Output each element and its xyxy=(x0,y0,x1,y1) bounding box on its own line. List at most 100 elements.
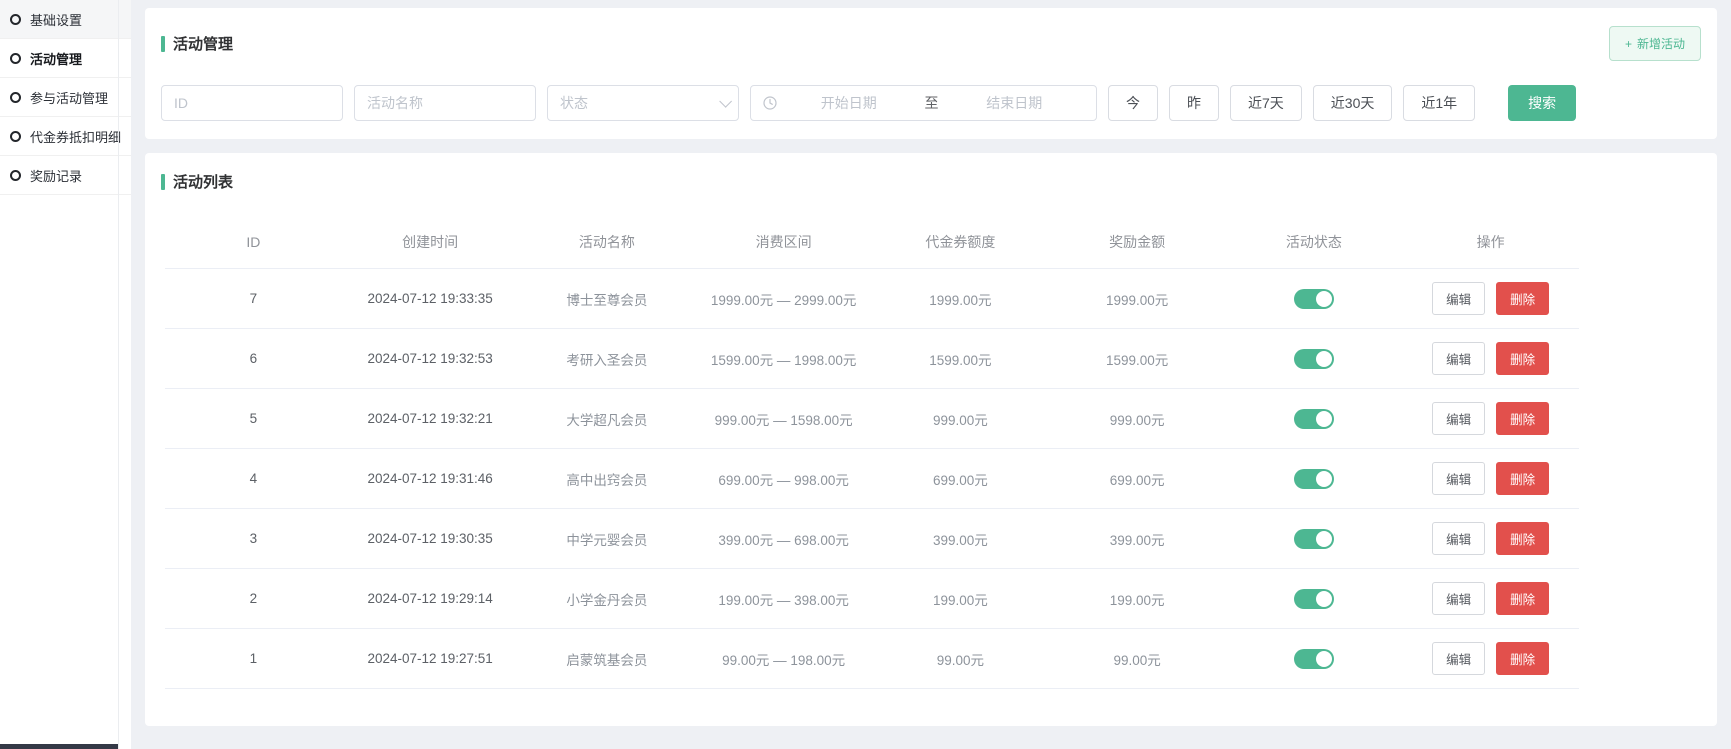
bottom-edge-bar xyxy=(0,744,119,749)
table-row: 5 2024-07-12 19:32:21 大学超凡会员 999.00元 — 1… xyxy=(165,389,1579,449)
table-row: 7 2024-07-12 19:33:35 博士至尊会员 1999.00元 — … xyxy=(165,269,1579,329)
delete-button[interactable]: 删除 xyxy=(1496,342,1549,375)
sidebar-item-label: 活动管理 xyxy=(30,49,82,68)
cell-reward-amount: 1599.00元 xyxy=(1049,329,1226,389)
delete-button[interactable]: 删除 xyxy=(1496,582,1549,615)
cell-activity-name: 考研入圣会员 xyxy=(519,329,696,389)
cell-activity-name: 大学超凡会员 xyxy=(519,389,696,449)
edit-button[interactable]: 编辑 xyxy=(1432,402,1485,435)
start-date-placeholder: 开始日期 xyxy=(779,93,919,113)
main-content: 活动管理 + 新增活动 状态 开始日期 xyxy=(131,0,1731,749)
cell-voucher-amount: 1599.00元 xyxy=(872,329,1049,389)
cell-id: 2 xyxy=(165,569,342,629)
status-toggle[interactable] xyxy=(1294,289,1334,309)
table-column-header: 代金券额度 xyxy=(872,218,1049,269)
table-column-header: 创建时间 xyxy=(342,218,519,269)
delete-button[interactable]: 删除 xyxy=(1496,462,1549,495)
cell-activity-name: 博士至尊会员 xyxy=(519,269,696,329)
cell-operations: 编辑 删除 xyxy=(1402,449,1579,509)
edit-button[interactable]: 编辑 xyxy=(1432,342,1485,375)
edit-button[interactable]: 编辑 xyxy=(1432,582,1485,615)
section-title-activity-management: 活动管理 xyxy=(161,33,233,54)
section-title-activity-list: 活动列表 xyxy=(161,171,1701,192)
cell-created-time: 2024-07-12 19:31:46 xyxy=(342,449,519,509)
table-column-header: ID xyxy=(165,218,342,269)
cell-created-time: 2024-07-12 19:27:51 xyxy=(342,629,519,689)
cell-activity-name: 高中出窍会员 xyxy=(519,449,696,509)
status-toggle[interactable] xyxy=(1294,529,1334,549)
chevron-down-icon xyxy=(719,95,732,108)
cell-status xyxy=(1226,269,1403,329)
delete-button[interactable]: 删除 xyxy=(1496,282,1549,315)
cell-reward-amount: 199.00元 xyxy=(1049,569,1226,629)
status-toggle[interactable] xyxy=(1294,469,1334,489)
cell-consumption-range: 199.00元 — 398.00元 xyxy=(695,569,872,629)
cell-status xyxy=(1226,389,1403,449)
title-accent-bar xyxy=(161,36,165,52)
table-column-header: 活动状态 xyxy=(1226,218,1403,269)
circle-icon xyxy=(10,131,21,142)
cell-status xyxy=(1226,329,1403,389)
delete-button[interactable]: 删除 xyxy=(1496,522,1549,555)
delete-button[interactable]: 删除 xyxy=(1496,642,1549,675)
cell-created-time: 2024-07-12 19:30:35 xyxy=(342,509,519,569)
cell-id: 5 xyxy=(165,389,342,449)
status-toggle[interactable] xyxy=(1294,649,1334,669)
plus-icon: + xyxy=(1625,37,1632,51)
search-button[interactable]: 搜索 xyxy=(1508,85,1576,121)
status-toggle[interactable] xyxy=(1294,589,1334,609)
cell-consumption-range: 999.00元 — 1598.00元 xyxy=(695,389,872,449)
add-activity-label: 新增活动 xyxy=(1637,35,1685,52)
sidebar-item[interactable]: 基础设置 xyxy=(0,0,131,39)
quick-date-button[interactable]: 近30天 xyxy=(1313,85,1393,121)
cell-consumption-range: 399.00元 — 698.00元 xyxy=(695,509,872,569)
quick-date-button[interactable]: 近7天 xyxy=(1230,85,1302,121)
date-range-picker[interactable]: 开始日期 至 结束日期 xyxy=(750,85,1097,121)
toggle-knob xyxy=(1316,471,1332,487)
id-input[interactable] xyxy=(161,85,343,121)
cell-created-time: 2024-07-12 19:29:14 xyxy=(342,569,519,629)
cell-id: 6 xyxy=(165,329,342,389)
add-activity-button[interactable]: + 新增活动 xyxy=(1609,26,1701,61)
cell-activity-name: 中学元婴会员 xyxy=(519,509,696,569)
quick-date-buttons: 今昨近7天近30天近1年 xyxy=(1108,85,1475,121)
circle-icon xyxy=(10,92,21,103)
toggle-knob xyxy=(1316,591,1332,607)
quick-date-button[interactable]: 昨 xyxy=(1169,85,1219,121)
quick-date-button[interactable]: 今 xyxy=(1108,85,1158,121)
cell-voucher-amount: 199.00元 xyxy=(872,569,1049,629)
edit-button[interactable]: 编辑 xyxy=(1432,462,1485,495)
cell-status xyxy=(1226,509,1403,569)
edit-button[interactable]: 编辑 xyxy=(1432,642,1485,675)
sidebar-item[interactable]: 奖励记录 xyxy=(0,156,131,195)
sidebar-item[interactable]: 参与活动管理 xyxy=(0,78,131,117)
cell-created-time: 2024-07-12 19:32:53 xyxy=(342,329,519,389)
cell-status xyxy=(1226,449,1403,509)
cell-consumption-range: 1999.00元 — 2999.00元 xyxy=(695,269,872,329)
delete-button[interactable]: 删除 xyxy=(1496,402,1549,435)
edit-button[interactable]: 编辑 xyxy=(1432,522,1485,555)
quick-date-button[interactable]: 近1年 xyxy=(1403,85,1475,121)
cell-reward-amount: 999.00元 xyxy=(1049,389,1226,449)
title-accent-bar xyxy=(161,174,165,190)
cell-consumption-range: 1599.00元 — 1998.00元 xyxy=(695,329,872,389)
table-row: 2 2024-07-12 19:29:14 小学金丹会员 199.00元 — 3… xyxy=(165,569,1579,629)
activity-table: ID创建时间活动名称消费区间代金券额度奖励金额活动状态操作 7 2024-07-… xyxy=(165,218,1579,689)
sidebar-item-label: 代金券抵扣明细 xyxy=(30,127,121,146)
status-toggle[interactable] xyxy=(1294,409,1334,429)
sidebar-item[interactable]: 代金券抵扣明细 xyxy=(0,117,131,156)
cell-operations: 编辑 删除 xyxy=(1402,629,1579,689)
activity-name-input[interactable] xyxy=(354,85,536,121)
table-header-row: ID创建时间活动名称消费区间代金券额度奖励金额活动状态操作 xyxy=(165,218,1579,269)
sidebar-item-label: 奖励记录 xyxy=(30,166,82,185)
status-toggle[interactable] xyxy=(1294,349,1334,369)
sidebar-menu: 基础设置 活动管理 参与活动管理 代金券抵扣明细 奖励记录 xyxy=(0,0,131,195)
cell-consumption-range: 699.00元 — 998.00元 xyxy=(695,449,872,509)
cell-reward-amount: 1999.00元 xyxy=(1049,269,1226,329)
toggle-knob xyxy=(1316,531,1332,547)
status-select[interactable]: 状态 xyxy=(547,85,739,121)
sidebar-item[interactable]: 活动管理 xyxy=(0,39,131,78)
table-row: 3 2024-07-12 19:30:35 中学元婴会员 399.00元 — 6… xyxy=(165,509,1579,569)
edit-button[interactable]: 编辑 xyxy=(1432,282,1485,315)
table-row: 6 2024-07-12 19:32:53 考研入圣会员 1599.00元 — … xyxy=(165,329,1579,389)
